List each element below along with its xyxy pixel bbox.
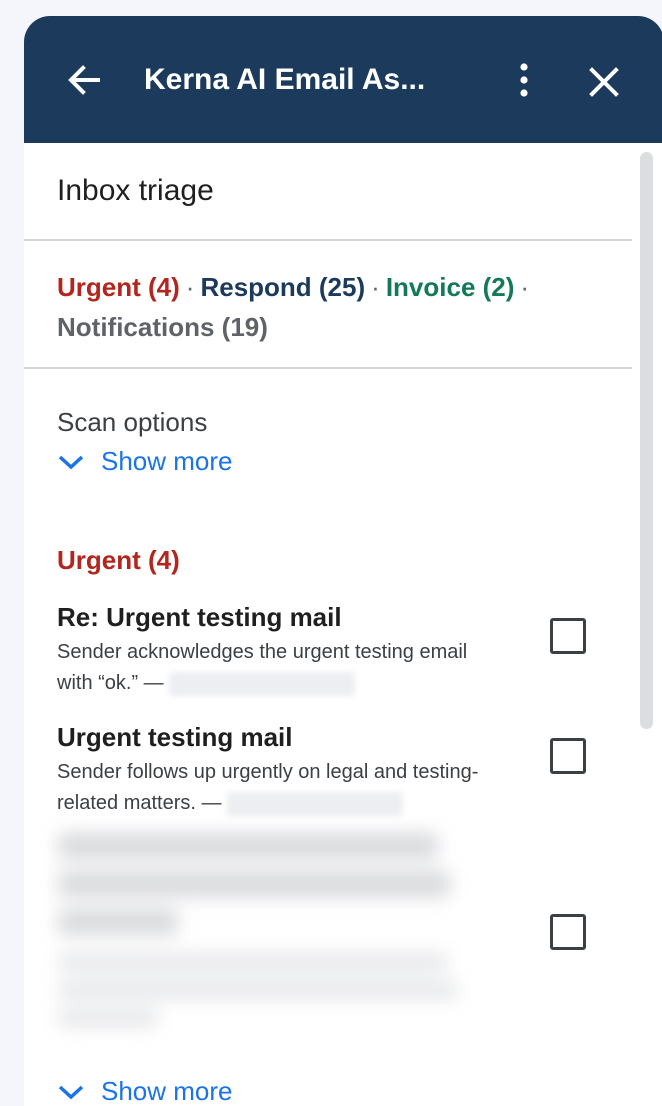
email-select-checkbox[interactable]	[550, 914, 586, 950]
summary-separator: ·	[371, 272, 380, 302]
scrollbar-thumb[interactable]	[640, 152, 653, 729]
summary-respond-link[interactable]: Respond (25)	[200, 272, 365, 302]
summary-separator: ·	[520, 272, 530, 302]
summary-invoice-link[interactable]: Invoice (2)	[386, 272, 515, 302]
panel-content: Inbox triage Urgent (4) · Respond (25) · Inv…	[24, 143, 632, 1106]
back-button[interactable]	[64, 60, 104, 100]
email-item-redacted[interactable]	[46, 819, 458, 1044]
panel-title: Kerna AI Email As...	[144, 63, 426, 96]
urgent-show-more[interactable]: Show more	[57, 1076, 233, 1106]
more-options-button[interactable]	[510, 60, 538, 100]
email-subject: Urgent testing mail	[57, 722, 293, 752]
chevron-down-icon	[58, 1085, 84, 1099]
email-summary: Sender acknowledges the urgent testing e…	[57, 637, 477, 699]
redacted-line	[58, 833, 438, 859]
summary-separator: ·	[185, 272, 195, 302]
panel-header: Kerna AI Email As...	[24, 16, 662, 143]
redacted-sender	[227, 791, 404, 816]
category-summary: Urgent (4) · Respond (25) · Invoice (2) · Not…	[24, 241, 632, 369]
back-arrow-icon	[68, 65, 100, 95]
close-icon	[589, 67, 619, 97]
redacted-line	[58, 953, 448, 971]
show-more-label: Show more	[101, 1076, 233, 1106]
urgent-group-title: Urgent (4)	[57, 545, 180, 575]
chevron-down-icon	[58, 455, 84, 469]
assistant-panel: Kerna AI Email As... Inbox triage Urgent…	[24, 16, 662, 1106]
section-title: Inbox triage	[57, 174, 214, 207]
section-header: Inbox triage	[24, 143, 632, 241]
redacted-line	[58, 981, 458, 999]
redacted-sender	[169, 671, 356, 696]
summary-urgent-link[interactable]: Urgent (4)	[57, 272, 180, 302]
more-vertical-icon	[520, 63, 528, 97]
show-more-label: Show more	[101, 446, 233, 476]
redacted-line	[58, 1009, 158, 1027]
email-subject: Re: Urgent testing mail	[57, 602, 342, 632]
scan-options-label: Scan options	[57, 407, 208, 437]
scan-options-show-more[interactable]: Show more	[57, 446, 233, 477]
email-item[interactable]: Re: Urgent testing mail Sender acknowled…	[57, 601, 617, 699]
email-select-checkbox[interactable]	[550, 738, 586, 774]
email-item[interactable]: Urgent testing mail Sender follows up ur…	[57, 721, 617, 819]
redacted-line	[58, 909, 178, 935]
close-button[interactable]	[584, 62, 624, 102]
summary-notifications-link[interactable]: Notifications (19)	[57, 312, 268, 342]
redacted-line	[58, 871, 450, 897]
email-select-checkbox[interactable]	[550, 618, 586, 654]
email-summary: Sender follows up urgently on legal and …	[57, 757, 497, 819]
